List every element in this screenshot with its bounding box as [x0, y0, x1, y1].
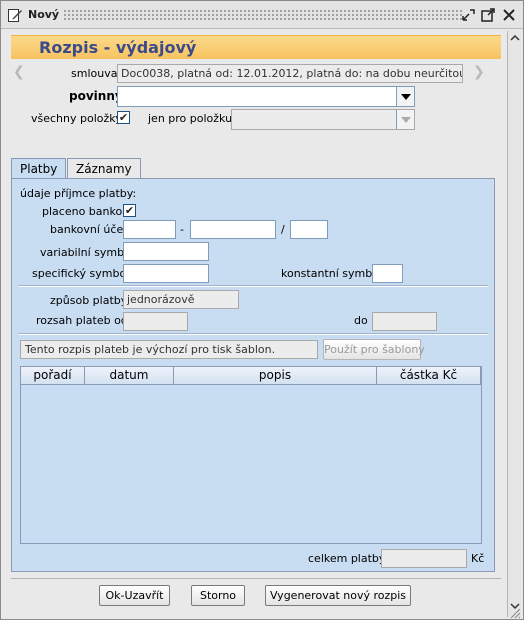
ucet-bank-field[interactable] [290, 220, 328, 239]
currency-label: Kč [471, 552, 485, 565]
povinny-label: povinný [69, 89, 123, 103]
page-title: Rozpis - výdajový [39, 38, 197, 57]
prev-arrow-icon[interactable]: ❮ [13, 64, 25, 80]
povinny-combo[interactable] [117, 86, 415, 107]
rozsah-label: rozsah plateb od [36, 314, 128, 327]
platby-panel: údaje příjmce platby: placeno bankou ✔ b… [11, 178, 495, 572]
next-arrow-icon[interactable]: ❯ [473, 64, 485, 80]
ss-label: specifický symbol [32, 267, 130, 280]
celkem-label: celkem platby: [308, 552, 389, 565]
platby-table[interactable]: pořadí datum popis částka Kč [20, 366, 482, 544]
celkem-field [381, 549, 467, 568]
placeno-checkbox[interactable]: ✔ [123, 204, 136, 217]
ks-label: konstantní symbol [281, 267, 382, 280]
placeno-label: placeno bankou [42, 205, 130, 218]
pouzit-button[interactable]: Použít pro šablony [323, 339, 425, 360]
generate-button[interactable]: Vygenerovat nový rozpis [265, 585, 411, 606]
vs-field[interactable] [123, 242, 209, 261]
smlouva-field: Doc0038, platná od: 12.01.2012, platná d… [117, 64, 463, 83]
right-scroll-strip[interactable] [507, 31, 521, 617]
window-title: Nový [28, 8, 60, 21]
vsechny-label: všechny položky [31, 112, 122, 125]
close-icon[interactable] [501, 7, 517, 23]
ss-field[interactable] [123, 264, 209, 283]
smlouva-label: smlouva [71, 67, 118, 80]
ks-field[interactable] [372, 264, 403, 283]
rozsah-do-field [372, 312, 437, 331]
ucet-dash: - [180, 223, 184, 236]
rozsah-od-field [123, 312, 188, 331]
info-text: Tento rozpis plateb je výchozí pro tisk … [20, 340, 318, 359]
storno-button[interactable]: Storno [191, 585, 245, 606]
ucet-number-field[interactable] [190, 220, 276, 239]
povinny-dropdown-icon[interactable] [396, 87, 414, 106]
table-header: pořadí datum popis částka Kč [21, 367, 481, 385]
ok-button[interactable]: Ok-Uzavřít [99, 585, 170, 606]
button-bar: Ok-Uzavřít Storno Vygenerovat nový rozpi… [11, 578, 501, 611]
column-header[interactable]: částka Kč [377, 367, 481, 385]
separator [18, 333, 488, 335]
minimize-icon[interactable] [460, 7, 476, 23]
zpusob-field: jednorázově [123, 290, 239, 309]
edit-document-icon [8, 9, 22, 22]
ucet-prefix-field[interactable] [123, 220, 176, 239]
zpusob-label: způsob platby [50, 294, 128, 307]
ucet-label: bankovní účet [50, 223, 128, 236]
maximize-icon[interactable] [480, 7, 496, 23]
column-header[interactable]: pořadí [21, 367, 85, 385]
column-header[interactable]: datum [85, 367, 174, 385]
jen-dropdown-icon[interactable] [396, 110, 414, 129]
title-grip [63, 9, 463, 21]
udaje-label: údaje příjmce platby: [20, 187, 137, 200]
jen-label: jen pro položku [148, 112, 233, 125]
header-banner: Rozpis - výdajový [11, 35, 501, 59]
title-bar[interactable]: Nový [1, 1, 523, 29]
dialog-window: Nový Rozpis - výdajový ❮ ❯ smlouva Doc00… [0, 0, 524, 620]
vs-label: variabilní symbol [40, 246, 134, 259]
column-header[interactable]: popis [174, 367, 377, 385]
jen-combo[interactable] [231, 109, 415, 130]
do-label: do [354, 314, 368, 327]
tab-zaznamy[interactable]: Záznamy [67, 158, 141, 178]
vsechny-checkbox[interactable]: ✔ [117, 111, 130, 124]
separator [18, 285, 488, 287]
scroll-up-icon[interactable] [509, 33, 521, 43]
resize-grip-icon[interactable] [509, 607, 521, 619]
ucet-slash: / [281, 223, 285, 236]
tab-platby[interactable]: Platby [11, 158, 67, 179]
